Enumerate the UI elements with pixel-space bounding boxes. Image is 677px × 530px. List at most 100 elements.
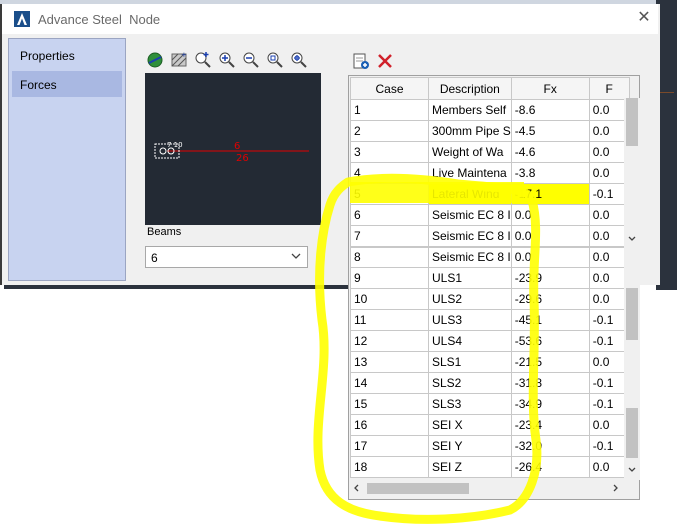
background-canvas-bottom — [4, 285, 348, 289]
chevron-down-icon — [291, 253, 301, 259]
export-icon[interactable] — [351, 51, 371, 71]
cell-case: 4 — [350, 162, 429, 184]
table-row[interactable]: 10 ULS2 -29.6 0.0 — [350, 288, 630, 310]
table-row[interactable]: 9 ULS1 -23.9 0.0 — [350, 267, 630, 289]
table-row[interactable]: 2 300mm Pipe S -4.5 0.0 — [350, 120, 630, 142]
cell-case: 17 — [350, 435, 429, 457]
cell-case: 7 — [350, 225, 429, 247]
cell-description: SEI Y — [428, 435, 512, 457]
cell-fx: 0.0 — [510, 225, 590, 247]
table-row[interactable]: 3 Weight of Wa -4.6 0.0 — [350, 141, 630, 163]
table-row[interactable]: 6 Seismic EC 8 I 0.0 0.0 — [350, 204, 630, 226]
node-preview-viewport[interactable]: 7 10 6 26 — [145, 73, 321, 225]
zoom-in-icon[interactable] — [217, 50, 237, 70]
cell-description: SLS2 — [428, 372, 512, 394]
window-title: Advance Steel Node — [38, 12, 160, 27]
nav-item-label: Forces — [20, 78, 57, 92]
cell-case: 10 — [350, 288, 429, 310]
table-row[interactable]: 1 Members Self -8.6 0.0 — [350, 99, 630, 121]
cell-fx: -34.9 — [510, 393, 590, 415]
cell-case: 13 — [350, 351, 429, 373]
beam-label-top: 6 — [234, 141, 240, 152]
delete-icon[interactable] — [375, 51, 395, 71]
chevron-left-icon[interactable] — [353, 484, 361, 492]
cell-fx: -26.4 — [510, 456, 590, 478]
cell-case: 6 — [350, 204, 429, 226]
cell-case: 15 — [350, 393, 429, 415]
globe-icon[interactable] — [145, 50, 165, 70]
cell-description: ULS4 — [428, 330, 512, 352]
cell-fx: -8.6 — [510, 99, 590, 121]
cell-description: SEI X — [428, 414, 512, 436]
cell-fx: -31.8 — [510, 372, 590, 394]
chevron-down-icon[interactable] — [628, 466, 636, 474]
cell-description: ULS3 — [428, 309, 512, 331]
grid-vertical-scrollbar[interactable] — [624, 246, 640, 480]
column-header-fx[interactable]: Fx — [510, 77, 590, 100]
cell-fx: -23.9 — [510, 267, 590, 289]
cell-case: 9 — [350, 267, 429, 289]
beams-selected-value: 6 — [151, 251, 158, 265]
cell-description: ULS2 — [428, 288, 512, 310]
zoom-window-icon[interactable] — [265, 50, 285, 70]
cell-case: 18 — [350, 456, 429, 478]
table-row[interactable]: 12 ULS4 -53.6 -0.1 — [350, 330, 630, 352]
left-nav-panel: Properties Forces — [8, 38, 126, 281]
table-row[interactable]: 18 SEI Z -26.4 0.0 — [350, 456, 630, 478]
table-row[interactable]: 15 SLS3 -34.9 -0.1 — [350, 393, 630, 415]
nav-item-forces[interactable]: Forces — [12, 71, 122, 97]
zoom-out-icon[interactable] — [241, 50, 261, 70]
hatch-icon[interactable]: + — [169, 50, 189, 70]
cell-case: 16 — [350, 414, 429, 436]
table-row[interactable]: 16 SEI X -23.4 0.0 — [350, 414, 630, 436]
beams-dropdown[interactable]: 6 — [145, 246, 308, 268]
table-row[interactable]: 4 Live Maintena -3.8 0.0 — [350, 162, 630, 184]
table-row[interactable]: 14 SLS2 -31.8 -0.1 — [350, 372, 630, 394]
node-preview-drawing: 7 10 6 26 — [154, 141, 309, 164]
table-row[interactable]: 17 SEI Y -32.0 -0.1 — [350, 435, 630, 457]
cell-description: SLS3 — [428, 393, 512, 415]
cell-description: Members Self — [428, 99, 512, 121]
scrollbar-thumb[interactable] — [626, 288, 638, 340]
table-row[interactable]: 8 Seismic EC 8 I 0.0 0.0 — [350, 245, 630, 268]
chevron-right-icon[interactable] — [611, 484, 619, 492]
grid-vertical-scrollbar-upper[interactable] — [624, 98, 640, 248]
table-row[interactable]: 7 Seismic EC 8 I 0.0 0.0 — [350, 225, 630, 247]
cell-fx: 0.0 — [510, 245, 590, 268]
svg-text:+: + — [181, 51, 187, 59]
column-header-case[interactable]: Case — [350, 77, 429, 100]
grid-horizontal-scrollbar[interactable] — [349, 480, 625, 497]
column-header-f[interactable]: F — [588, 77, 630, 100]
cell-description: SLS1 — [428, 351, 512, 373]
cell-fx: -45.1 — [510, 309, 590, 331]
cell-fx: -21.5 — [510, 351, 590, 373]
cell-description: ULS1 — [428, 267, 512, 289]
cell-fx: -17.1 — [510, 183, 590, 205]
cell-fx: 0.0 — [510, 204, 590, 226]
cell-case: 8 — [350, 245, 429, 268]
cell-fx: -32.0 — [510, 435, 590, 457]
cell-case: 2 — [350, 120, 429, 142]
cell-case: 1 — [350, 99, 429, 121]
zoom-plus-icon[interactable] — [193, 50, 213, 70]
chevron-down-icon[interactable] — [628, 235, 636, 243]
table-row[interactable]: 13 SLS1 -21.5 0.0 — [350, 351, 630, 373]
forces-table: Case Description Fx F 1 Members Self -8.6 0… — [350, 77, 630, 478]
scrollbar-thumb[interactable] — [367, 483, 469, 494]
cell-description: 300mm Pipe S — [428, 120, 512, 142]
cell-description: SEI Z — [428, 456, 512, 478]
cell-description: Live Maintena — [428, 162, 512, 184]
zoom-extents-icon[interactable] — [289, 50, 309, 70]
title-bar[interactable]: Advance Steel Node ✕ — [2, 4, 658, 34]
window-title-node: Node — [129, 12, 161, 27]
column-header-description[interactable]: Description — [428, 77, 512, 100]
cell-case: 12 — [350, 330, 429, 352]
scrollbar-thumb[interactable] — [626, 98, 638, 146]
table-row[interactable]: 5 Lateral Wind -17.1 -0.1 — [350, 183, 630, 205]
cell-description: Seismic EC 8 I — [428, 204, 512, 226]
scrollbar-thumb[interactable] — [626, 408, 638, 458]
table-row[interactable]: 11 ULS3 -45.1 -0.1 — [350, 309, 630, 331]
cell-fx: -3.8 — [510, 162, 590, 184]
close-button[interactable]: ✕ — [636, 10, 652, 26]
nav-item-properties[interactable]: Properties — [12, 42, 122, 68]
